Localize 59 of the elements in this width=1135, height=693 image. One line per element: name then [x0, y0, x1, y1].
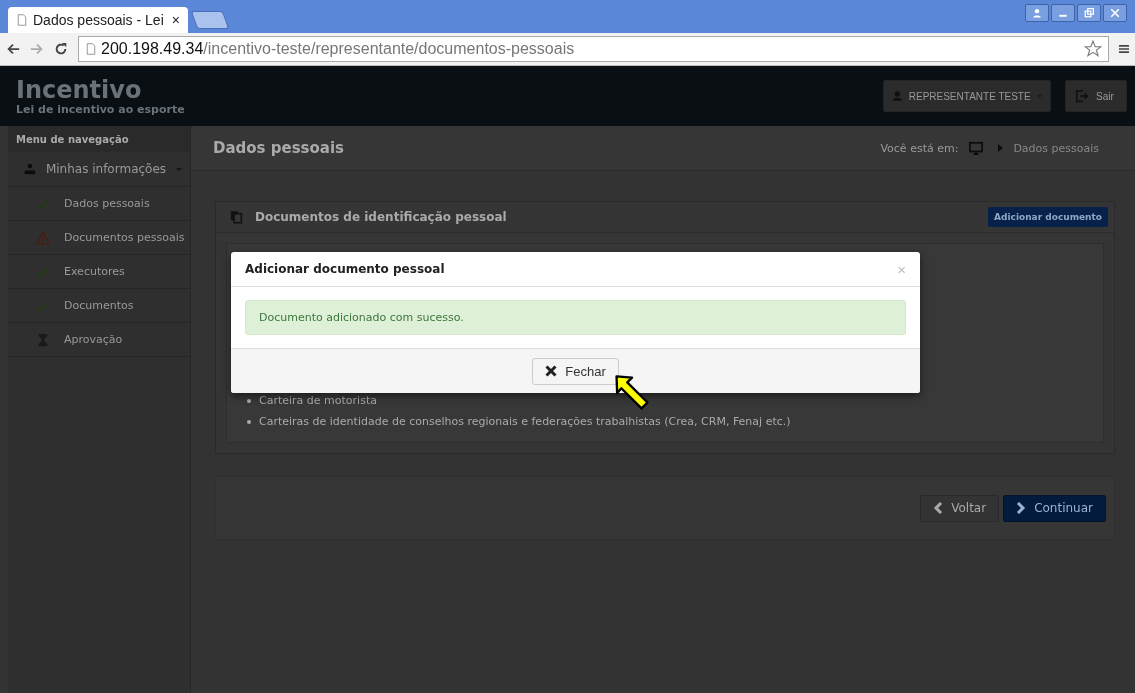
add-document-button[interactable]: Adicionar documento	[988, 207, 1108, 227]
monitor-icon	[968, 141, 985, 155]
browser-tab[interactable]: Dados pessoais - Lei ×	[8, 7, 188, 33]
menu-icon	[1119, 42, 1129, 56]
check-icon	[36, 298, 50, 313]
forward-arrow-icon	[30, 42, 44, 56]
check-icon	[36, 264, 50, 279]
sidebar-heading: Menu de navegação	[8, 126, 190, 152]
user-menu-button[interactable]: REPRESENTANTE TESTE	[883, 80, 1051, 112]
close-icon	[545, 365, 558, 377]
sidebar-item[interactable]: Dados pessoais	[8, 187, 190, 221]
breadcrumb-link[interactable]: Dados pessoais	[1013, 141, 1099, 155]
back-arrow-icon	[6, 42, 20, 56]
close-icon	[1110, 8, 1120, 18]
check-icon	[36, 196, 50, 211]
page-icon	[16, 13, 28, 27]
caret-icon	[176, 165, 182, 173]
tab-close-button[interactable]: ×	[171, 12, 180, 28]
list-item: Carteiras de identidade de conselhos regionais e federações trabalhistas (Crea, CRM, Fenaj etc.)	[247, 415, 1103, 428]
app-title: Incentivo	[16, 76, 143, 103]
tab-title: Dados pessoais - Lei	[33, 12, 165, 28]
sidebar-item[interactable]: Documentos pessoais	[8, 221, 190, 255]
page-title: Dados pessoais	[213, 139, 345, 157]
user-tie-icon	[24, 162, 36, 176]
star-icon	[1084, 40, 1102, 58]
sidebar-item[interactable]: Documentos	[8, 289, 190, 323]
page-icon	[85, 42, 97, 56]
minimize-button[interactable]	[1051, 4, 1075, 22]
pointer-arrow-icon	[614, 374, 650, 412]
restore-icon	[1084, 8, 1094, 18]
copy-icon	[230, 210, 243, 224]
sidebar-section[interactable]: Minhas informações	[8, 152, 190, 187]
reload-icon	[54, 42, 68, 56]
chevron-right-icon	[1016, 502, 1027, 514]
app-subtitle: Lei de incentivo ao esporte	[16, 102, 185, 116]
chevron-left-icon	[933, 502, 944, 514]
logout-icon	[1074, 89, 1090, 103]
url-host: 200.198.49.34	[101, 40, 204, 58]
maximize-button[interactable]	[1077, 4, 1101, 22]
close-button[interactable]	[1103, 4, 1127, 22]
logout-button[interactable]: Sair	[1065, 80, 1127, 112]
back-button[interactable]: Voltar	[920, 494, 1000, 522]
url-path: /incentivo-teste/representante/documentos-pessoais	[203, 40, 575, 58]
close-dialog-button[interactable]: Fechar	[532, 357, 619, 385]
continue-button[interactable]: Continuar	[1003, 494, 1106, 522]
user-icon	[892, 89, 903, 103]
user-button[interactable]	[1025, 4, 1049, 22]
list-item: Carteira de motorista	[247, 394, 1103, 407]
caret-icon	[998, 144, 1004, 152]
card-title: Documentos de identificação pessoal	[255, 210, 507, 224]
warning-icon	[36, 230, 50, 245]
success-alert: Documento adicionado com sucesso.	[245, 300, 906, 335]
sidebar-item[interactable]: Executores	[8, 255, 190, 289]
person-icon	[1032, 8, 1042, 18]
modal-title: Adicionar documento pessoal	[245, 262, 445, 276]
new-tab-button[interactable]	[190, 11, 230, 29]
sidebar-item[interactable]: Aprovação	[8, 323, 190, 357]
breadcrumb-label: Você está em:	[880, 141, 959, 155]
address-field[interactable]: 200.198.49.34/incentivo-teste/representante/documentos-pessoais	[78, 36, 1109, 62]
